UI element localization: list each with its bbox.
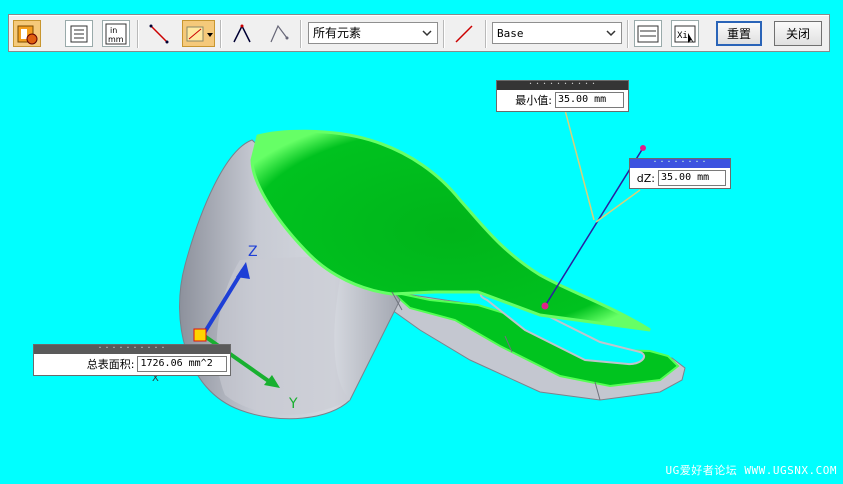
leader-dz xyxy=(595,189,641,223)
svg-text:mm: mm xyxy=(108,35,124,44)
surface-area-panel: ・・・・・・・・・・ 总表面积: 1726.06 mm^2 xyxy=(33,344,231,376)
angle-icon xyxy=(233,23,251,42)
measure-point-bottom[interactable] xyxy=(541,302,549,310)
chevron-down-icon xyxy=(422,30,432,37)
list-props-icon xyxy=(70,25,88,42)
min-distance-panel: ・・・・・・・・・・ 最小值: 35.00 mm xyxy=(496,80,629,112)
min-value-field[interactable]: 35.00 mm xyxy=(555,92,624,108)
surface-area-field[interactable]: 1726.06 mm^2 xyxy=(137,356,227,372)
copy-results-button[interactable] xyxy=(634,20,662,47)
export-text-icon: Xi xyxy=(674,25,696,43)
leader-min xyxy=(564,109,595,221)
axis-y-label: Y xyxy=(288,396,298,412)
measure-toolbar: in mm 所有元素 Base Xi 重置 关闭 xyxy=(8,14,830,52)
units-button[interactable]: in mm xyxy=(102,20,130,47)
chevron-down-icon xyxy=(606,30,616,37)
min-value-label: 最小值: xyxy=(515,94,552,107)
svg-text:Xi: Xi xyxy=(677,31,688,41)
dz-label: dZ: xyxy=(636,171,655,185)
axis-z-label: Z xyxy=(248,244,258,260)
element-filter-value: 所有元素 xyxy=(313,26,362,40)
dz-value-field[interactable]: 35.00 mm xyxy=(658,170,726,186)
coordinate-system-select[interactable]: Base xyxy=(492,22,622,44)
diagonal-line-icon xyxy=(455,24,473,43)
close-button[interactable]: 关闭 xyxy=(774,21,822,46)
distance-line-icon xyxy=(149,24,169,43)
measure-mode-button[interactable] xyxy=(13,20,41,47)
angle-alt-button[interactable] xyxy=(265,20,293,47)
table-results-icon xyxy=(637,25,659,42)
panel-grip[interactable]: ・・・・・・・・・・ xyxy=(497,81,628,90)
snap-dropdown-button[interactable] xyxy=(182,20,215,47)
site-watermark: UG爱好者论坛 WWW.UGSNX.COM xyxy=(665,464,837,477)
ruler-measure-icon xyxy=(17,25,38,44)
svg-text:in: in xyxy=(110,26,117,35)
export-button[interactable]: Xi xyxy=(671,20,699,47)
element-filter-select[interactable]: 所有元素 xyxy=(308,22,438,44)
coordinate-system-value: Base xyxy=(497,27,524,40)
measure-point-top[interactable] xyxy=(640,145,646,151)
snap-grid-icon xyxy=(186,26,213,41)
units-in-mm-icon: inmm xyxy=(105,23,127,44)
reset-button[interactable]: 重置 xyxy=(716,21,762,46)
angle-three-point-icon xyxy=(270,24,289,42)
panel-grip[interactable]: ・・・・・・・・・・ xyxy=(34,345,230,354)
dz-panel: ・・・・・・・・ dZ: 35.00 mm xyxy=(629,158,731,189)
model-viewport[interactable]: Z Y X xyxy=(0,0,843,484)
surface-area-label: 总表面积: xyxy=(86,358,135,371)
distance-button[interactable] xyxy=(145,20,173,47)
angle-button[interactable] xyxy=(228,20,256,47)
line-measure-button[interactable] xyxy=(450,20,478,47)
properties-button[interactable] xyxy=(65,20,93,47)
panel-grip[interactable]: ・・・・・・・・ xyxy=(630,159,730,168)
